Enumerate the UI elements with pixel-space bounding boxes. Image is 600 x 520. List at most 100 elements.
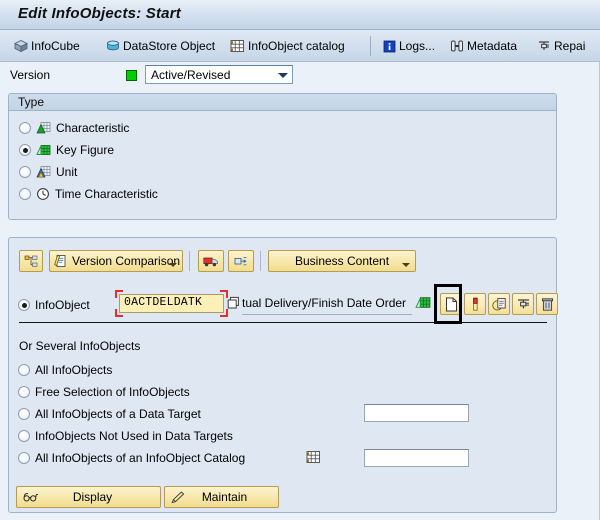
- radio-dot: [18, 408, 30, 420]
- glasses-icon: [23, 491, 39, 503]
- metadata-icon: [450, 39, 464, 53]
- version-status-indicator: [126, 70, 137, 81]
- radio-all-of-data-target[interactable]: All InfoObjects of a Data Target: [18, 407, 201, 421]
- radio-dot: [18, 386, 30, 398]
- radio-label: InfoObject: [35, 298, 90, 312]
- multiple-selection-icon[interactable]: [227, 296, 241, 310]
- type-panel-title: Type: [18, 95, 44, 109]
- radio-free-selection[interactable]: Free Selection of InfoObjects: [18, 385, 190, 399]
- annotation-highlight-box: [434, 284, 462, 324]
- transport-connection-button[interactable]: [228, 250, 254, 272]
- type-panel: Type Characteristic: [8, 93, 557, 220]
- infoobject-catalog-input[interactable]: [364, 449, 469, 467]
- version-dropdown[interactable]: Active/Revised: [145, 65, 293, 84]
- version-dropdown-value: Active/Revised: [151, 68, 230, 82]
- delete-infoobject-button[interactable]: [536, 293, 558, 315]
- compare-icon: [54, 254, 68, 268]
- radio-all-infoobjects[interactable]: All InfoObjects: [18, 363, 112, 377]
- maintain-button-label: Maintain: [185, 490, 278, 504]
- radio-label: Time Characteristic: [55, 187, 158, 201]
- radio-label: Characteristic: [56, 121, 129, 135]
- radio-label: Key Figure: [56, 143, 114, 157]
- chevron-down-icon: [278, 73, 288, 78]
- pencil-icon: [171, 491, 185, 504]
- where-used-button[interactable]: [512, 293, 534, 315]
- several-infoobjects-label: Or Several InfoObjects: [19, 339, 140, 353]
- business-content-button[interactable]: Business Content: [268, 250, 416, 272]
- toolbar-separator: [260, 251, 261, 271]
- cylinder-icon: [106, 39, 120, 53]
- radio-infoobject[interactable]: InfoObject: [18, 298, 90, 312]
- radio-unit[interactable]: Unit: [19, 165, 77, 179]
- pencil-icon: [469, 297, 482, 312]
- display-button-label: Display: [39, 490, 160, 504]
- toolbar-separator: [189, 251, 190, 271]
- radio-characteristic[interactable]: Characteristic: [19, 121, 129, 135]
- window-title-bar: Edit InfoObjects: Start: [0, 0, 600, 30]
- cube-icon: [14, 39, 28, 53]
- maintain-button[interactable]: Maintain: [164, 486, 279, 508]
- chevron-down-icon: [402, 263, 410, 267]
- network-icon: [234, 255, 249, 268]
- truck-icon: [203, 255, 219, 268]
- infoobject-input-value: 0ACTDELDATK: [124, 296, 202, 309]
- toolbar-item-repair[interactable]: Repai: [537, 36, 585, 56]
- radio-dot: [18, 452, 30, 464]
- radio-label: All InfoObjects of an InfoObject Catalog: [35, 451, 245, 465]
- radio-label: All InfoObjects of a Data Target: [35, 407, 201, 421]
- radio-dot: [18, 430, 30, 442]
- toolbar-item-label: Metadata: [467, 39, 517, 53]
- radio-label: Unit: [56, 165, 77, 179]
- display-button[interactable]: Display: [16, 486, 161, 508]
- toolbar-item-label: DataStore Object: [123, 39, 215, 53]
- radio-all-of-infoobject-catalog[interactable]: All InfoObjects of an InfoObject Catalog: [18, 451, 245, 465]
- toolbar-item-infocube[interactable]: InfoCube: [14, 36, 80, 56]
- characteristic-icon: [36, 121, 51, 135]
- radio-dot: [19, 166, 31, 178]
- toolbar-item-metadata[interactable]: Metadata: [450, 36, 517, 56]
- radio-label: InfoObjects Not Used in Data Targets: [35, 429, 233, 443]
- display-infoobject-button[interactable]: [488, 293, 510, 315]
- toolbar-item-logs[interactable]: Logs...: [383, 36, 435, 56]
- toolbar-item-datastore-object[interactable]: DataStore Object: [106, 36, 215, 56]
- catalog-icon: [230, 39, 245, 53]
- infoobject-input[interactable]: 0ACTDELDATK: [119, 294, 224, 313]
- transport-button[interactable]: [198, 250, 224, 272]
- hierarchy-icon: [24, 255, 38, 268]
- page-title: Edit InfoObjects: Start: [18, 5, 181, 22]
- radio-dot: [18, 364, 30, 376]
- toolbar-item-label: InfoObject catalog: [248, 39, 345, 53]
- hierarchy-display-button[interactable]: [19, 250, 43, 272]
- radio-time-characteristic[interactable]: Time Characteristic: [19, 187, 158, 201]
- radio-label: All InfoObjects: [35, 363, 112, 377]
- radio-not-used-in-data-targets[interactable]: InfoObjects Not Used in Data Targets: [18, 429, 233, 443]
- toolbar-item-label: InfoCube: [31, 39, 80, 53]
- infoobject-description: tual Delivery/Finish Date Order: [242, 296, 406, 310]
- radio-dot: [19, 122, 31, 134]
- radio-dot: [19, 144, 31, 156]
- unit-icon: [36, 165, 51, 179]
- radio-label: Free Selection of InfoObjects: [35, 385, 190, 399]
- description-underline: [242, 314, 412, 315]
- toolbar-item-label: Logs...: [399, 39, 435, 53]
- business-content-label: Business Content: [295, 254, 389, 268]
- radio-key-figure[interactable]: Key Figure: [19, 143, 114, 157]
- trash-icon: [541, 297, 554, 312]
- copy-icon: [492, 297, 507, 312]
- toolbar-item-label: Repai: [554, 39, 585, 53]
- info-icon: [383, 40, 396, 53]
- version-row: Version Active/Revised: [0, 62, 600, 90]
- toolbar-item-infoobject-catalog[interactable]: InfoObject catalog: [230, 36, 345, 56]
- radio-dot: [18, 299, 30, 311]
- toolbar-separator: [370, 36, 371, 56]
- keyfigure-icon: [36, 143, 51, 157]
- change-infoobject-button[interactable]: [464, 293, 486, 315]
- version-comparison-button[interactable]: Version Comparison: [49, 250, 183, 272]
- data-target-input[interactable]: [364, 404, 469, 422]
- section-divider: [19, 322, 547, 323]
- repair-icon: [537, 39, 551, 53]
- radio-dot: [19, 188, 31, 200]
- version-label: Version: [10, 68, 50, 82]
- selection-panel: Version Comparison Business Conte: [8, 237, 557, 513]
- chevron-down-icon: [169, 263, 177, 267]
